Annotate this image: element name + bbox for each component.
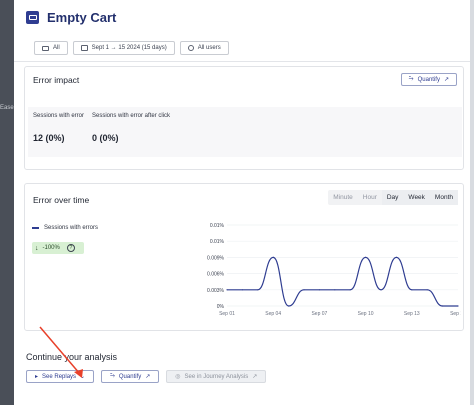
scrollbar-track	[470, 0, 474, 405]
x-tick-label: Sep 16	[450, 311, 461, 317]
external-link-icon: ↗	[443, 77, 449, 83]
users-icon	[187, 45, 194, 51]
arrow-down-icon: ↓	[35, 244, 39, 252]
change-badge: ↓ -100% ?	[32, 242, 84, 254]
header-divider	[14, 61, 470, 62]
help-icon[interactable]: ?	[66, 244, 75, 252]
users-filter-label: All users	[197, 45, 221, 51]
metric-value: 12 (0%)	[33, 133, 65, 143]
panel-header: Empty Cart	[26, 10, 116, 25]
series-point	[257, 289, 259, 291]
page-title: Empty Cart	[47, 10, 117, 25]
tab-week[interactable]: Week	[403, 190, 430, 205]
metric-sessions-with-error: Sessions with error 12 (0%)	[33, 113, 84, 143]
error-over-time-card: Error over time Minute Hour Day Week Mon…	[24, 183, 466, 331]
series-point	[318, 289, 320, 291]
quantify-icon: ⥲	[408, 76, 414, 82]
quantify-bottom-button[interactable]: ⥲ Quantify ↗	[101, 370, 160, 383]
y-tick-label: 0.009%	[207, 255, 225, 261]
series-line	[227, 256, 458, 307]
granularity-tabs: Minute Hour Day Week Month	[328, 190, 458, 205]
series-point	[241, 289, 243, 291]
device-filter-label: All	[53, 45, 60, 51]
series-point	[334, 289, 336, 291]
metric-label: Sessions with error	[33, 113, 85, 119]
y-tick-label: 0.003%	[207, 288, 225, 294]
series-point	[426, 289, 428, 291]
series-point	[272, 256, 274, 258]
annotation-arrow-line	[39, 326, 81, 375]
date-range-label: Sept 1 → 15 2024 (15 days)	[91, 45, 167, 51]
x-tick-label: Sep 07	[311, 311, 327, 317]
metric-value: 0 (0%)	[92, 133, 119, 143]
quantify-bottom-label: Quantify	[118, 373, 142, 380]
metric-sessions-after-click: Sessions with error after click 0 (0%)	[92, 113, 170, 143]
error-impact-card: Error impact ⥲ Quantify ↗ Sessions with …	[24, 66, 464, 170]
change-value: -100%	[42, 245, 60, 251]
annotation-arrow	[39, 326, 83, 378]
quantify-button[interactable]: ⥲ Quantify ↗	[400, 73, 457, 86]
calendar-icon	[80, 45, 88, 51]
series-point	[288, 305, 290, 307]
error-chart: 0% 0.003% 0.006% 0.009% 0.01% 0.01% Sep 01 Sep …	[175, 220, 466, 320]
y-tick-label: 0%	[217, 304, 225, 310]
chart-legend: Sessions with errors	[32, 225, 98, 231]
series-point	[442, 305, 444, 307]
external-link-icon: ↗	[252, 374, 258, 380]
series-point	[303, 289, 305, 291]
series-point	[457, 305, 459, 307]
series-point	[226, 289, 228, 291]
device-icon	[42, 45, 49, 51]
tab-month[interactable]: Month	[429, 190, 458, 205]
metrics-row: Sessions with error 12 (0%) Sessions wit…	[28, 107, 462, 157]
legend-swatch	[32, 227, 39, 229]
device-filter[interactable]: All	[34, 41, 68, 55]
users-filter[interactable]: All users	[179, 41, 229, 55]
error-impact-title: Error impact	[33, 75, 80, 85]
legend-label: Sessions with errors	[44, 225, 99, 231]
tab-minute[interactable]: Minute	[328, 190, 358, 205]
series-point	[365, 256, 367, 258]
error-over-time-title: Error over time	[33, 195, 90, 205]
external-link-icon: ↗	[145, 374, 151, 380]
series-point	[411, 289, 413, 291]
filter-bar: All Sept 1 → 15 2024 (15 days) All users	[34, 41, 229, 55]
series-point	[395, 256, 397, 258]
tab-day[interactable]: Day	[381, 190, 404, 205]
y-tick-label: 0.01%	[210, 239, 225, 245]
quantify-icon: ⥲	[110, 373, 115, 379]
cart-icon	[26, 11, 39, 24]
x-tick-label: Sep 04	[265, 311, 281, 317]
tab-hour[interactable]: Hour	[358, 190, 382, 205]
y-tick-label: 0.01%	[210, 223, 225, 229]
series-point	[380, 289, 382, 291]
quantify-label: Quantify	[417, 76, 440, 83]
date-range-filter[interactable]: Sept 1 → 15 2024 (15 days)	[72, 41, 175, 55]
background-label: Ease	[0, 105, 14, 111]
error-chart-svg: 0% 0.003% 0.006% 0.009% 0.01% 0.01% Sep 01 Sep …	[207, 223, 466, 317]
y-tick-label: 0.006%	[207, 272, 225, 278]
background-app	[0, 0, 14, 405]
x-tick-label: Sep 10	[358, 311, 374, 317]
series-point	[349, 289, 351, 291]
journey-icon: ◎	[175, 374, 181, 380]
metric-label: Sessions with error after click	[92, 113, 171, 119]
annotation-arrow-head	[74, 369, 83, 378]
journey-analysis-button[interactable]: ◎ See in Journey Analysis ↗	[166, 370, 267, 383]
x-tick-label: Sep 13	[404, 311, 420, 317]
journey-label: See in Journey Analysis	[184, 373, 249, 380]
x-tick-label: Sep 01	[219, 311, 235, 317]
